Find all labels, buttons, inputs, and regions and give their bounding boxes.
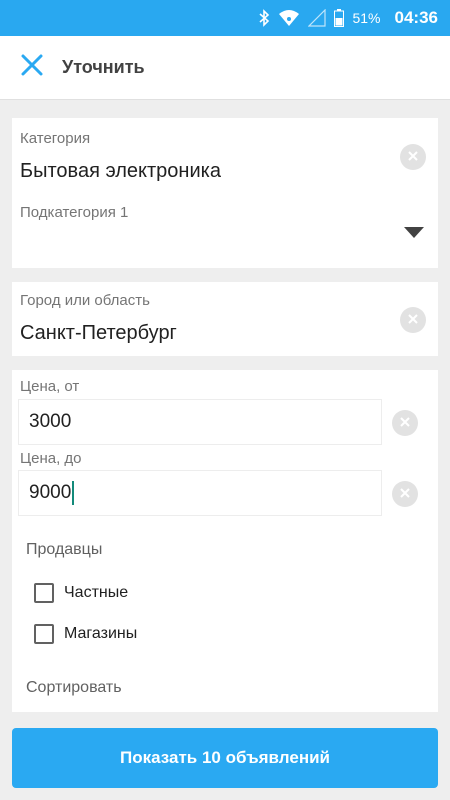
checkbox-box[interactable] [34, 624, 54, 644]
checkbox-private[interactable]: Частные [34, 583, 128, 603]
category-label: Категория [20, 130, 91, 147]
clear-icon [400, 414, 410, 432]
category-clear-button[interactable] [400, 144, 426, 170]
price-to-label: Цена, до [20, 450, 82, 467]
category-value[interactable]: Бытовая электроника [20, 160, 221, 183]
price-to-value: 9000 [29, 482, 72, 503]
clear-icon [408, 148, 418, 166]
clear-icon [408, 311, 418, 329]
filters-card: Цена, от 3000 Цена, до 9000 Продавцы Час… [12, 370, 438, 712]
checkbox-box[interactable] [34, 583, 54, 603]
clear-icon [400, 485, 410, 503]
category-card: Категория Бытовая электроника Подкатегор… [12, 118, 438, 268]
status-bar: 51% 04:36 [0, 0, 450, 36]
wifi-icon [278, 9, 300, 27]
cellular-signal-icon [308, 9, 327, 27]
location-label: Город или область [20, 292, 150, 309]
text-cursor [72, 481, 75, 505]
price-from-label: Цена, от [20, 378, 80, 395]
battery-icon [334, 9, 345, 27]
price-from-value: 3000 [29, 411, 72, 432]
subcategory-label: Подкатегория 1 [20, 204, 129, 221]
close-button[interactable] [12, 48, 52, 88]
checkbox-shops[interactable]: Магазины [34, 624, 137, 644]
show-results-button[interactable]: Показать 10 объявлений [12, 728, 438, 788]
price-to-clear-button[interactable] [392, 481, 418, 507]
page-title: Уточнить [62, 57, 145, 77]
close-icon [20, 53, 44, 82]
checkbox-label: Магазины [64, 625, 138, 642]
price-from-clear-button[interactable] [392, 410, 418, 436]
sort-title: Сортировать [26, 679, 122, 696]
location-clear-button[interactable] [400, 307, 426, 333]
toolbar: Уточнить [0, 36, 450, 100]
price-to-input[interactable]: 9000 [18, 470, 382, 516]
price-from-input[interactable]: 3000 [18, 399, 382, 445]
bluetooth-icon [258, 9, 270, 27]
battery-percent: 51% [352, 10, 381, 26]
location-value[interactable]: Санкт-Петербург [20, 322, 177, 345]
checkbox-label: Частные [64, 584, 129, 601]
location-card: Город или область Санкт-Петербург [12, 282, 438, 356]
dropdown-arrow-icon[interactable] [404, 226, 424, 238]
show-results-label: Показать 10 объявлений [120, 748, 330, 767]
status-time: 04:36 [394, 8, 438, 27]
sellers-title: Продавцы [26, 541, 103, 558]
